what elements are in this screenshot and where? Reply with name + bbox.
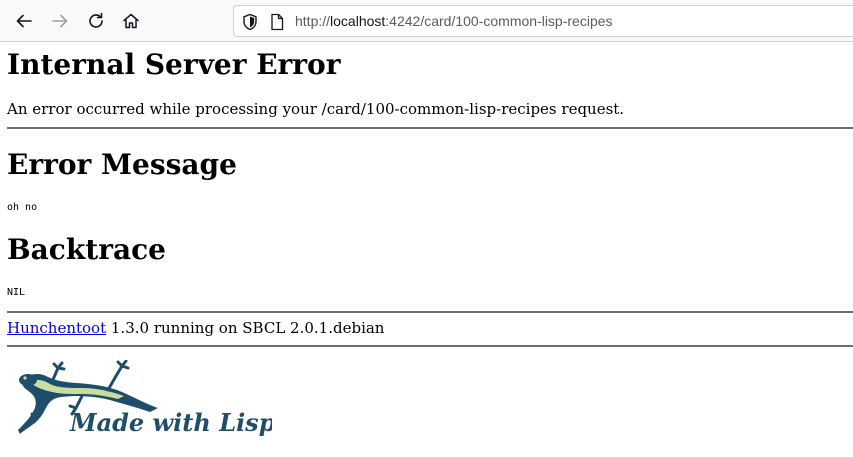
backtrace-heading: Backtrace	[7, 233, 166, 266]
arrow-left-icon	[16, 14, 32, 28]
url-host: localhost	[330, 13, 386, 29]
browser-toolbar: http://localhost:4242/card/100-common-li…	[0, 0, 853, 42]
divider	[7, 345, 853, 347]
address-bar[interactable]: http://localhost:4242/card/100-common-li…	[233, 5, 853, 37]
url-text[interactable]: http://localhost:4242/card/100-common-li…	[295, 13, 613, 29]
shield-icon[interactable]	[242, 13, 258, 31]
home-icon	[123, 13, 139, 29]
url-path: :4242/card/100-common-lisp-recipes	[385, 13, 613, 29]
home-button[interactable]	[116, 6, 146, 36]
server-info: 1.3.0 running on SBCL 2.0.1.debian	[106, 319, 385, 337]
error-intro: An error occurred while processing your …	[7, 100, 625, 118]
made-with-lisp-logo[interactable]: Made with Lisp	[12, 360, 272, 440]
reload-button[interactable]	[81, 6, 111, 36]
back-button[interactable]	[9, 6, 39, 36]
logo-text: Made with Lisp	[69, 408, 272, 437]
server-footer: Hunchentoot 1.3.0 running on SBCL 2.0.1.…	[7, 319, 384, 337]
hunchentoot-link[interactable]: Hunchentoot	[7, 319, 106, 337]
arrow-right-icon	[52, 14, 68, 28]
error-message-text: oh no	[7, 202, 38, 213]
backtrace-text: NIL	[7, 287, 26, 298]
error-message-heading: Error Message	[7, 148, 237, 181]
reload-icon	[89, 12, 103, 28]
page-title: Internal Server Error	[7, 48, 341, 81]
url-prefix: http://	[295, 13, 331, 29]
page-icon[interactable]	[270, 13, 284, 31]
forward-button[interactable]	[45, 6, 75, 36]
divider	[7, 127, 853, 129]
divider	[7, 311, 853, 313]
